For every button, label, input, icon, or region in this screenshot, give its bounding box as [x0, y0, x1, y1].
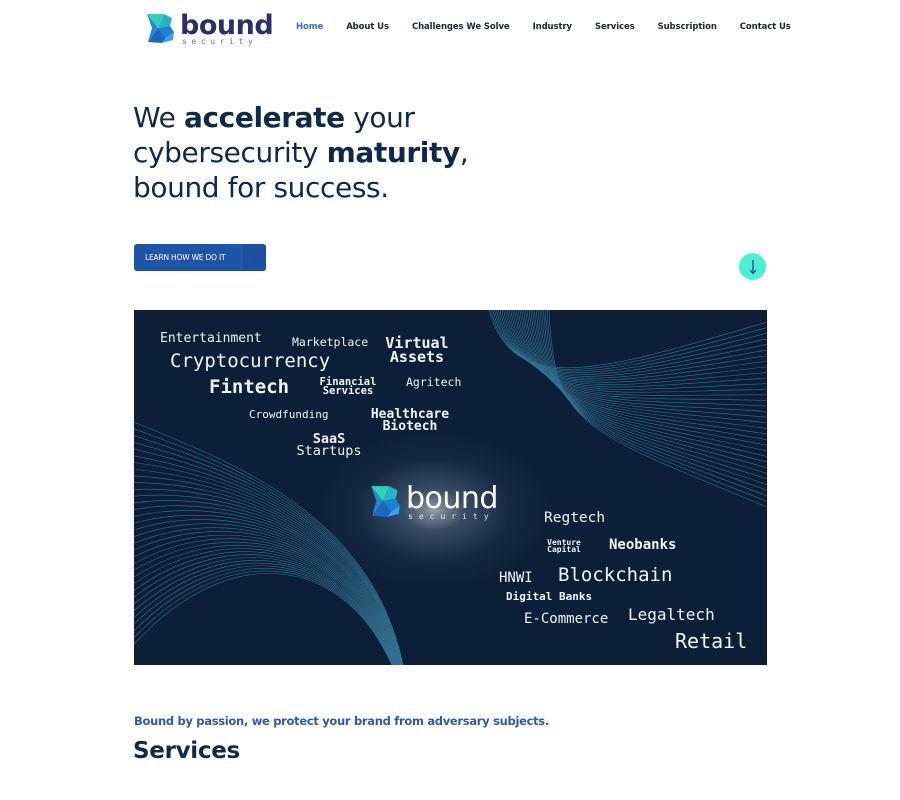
nav-contact-us[interactable]: Contact Us — [740, 22, 791, 32]
industry-fintech: Fintech — [209, 376, 290, 398]
industry-biotech: Biotech — [382, 418, 438, 434]
arrow-down-icon — [749, 259, 756, 274]
nav-home[interactable]: Home — [296, 22, 323, 32]
brand-logo[interactable]: bound security — [146, 12, 274, 48]
hero-line2-post: , — [459, 136, 469, 169]
industry-startups: Startups — [296, 443, 362, 460]
industry-regtech: Regtech — [544, 510, 606, 526]
banner-brand-subtitle: security — [408, 512, 495, 521]
banner-logo-mark-icon — [371, 486, 400, 517]
logo-mark-icon — [146, 12, 176, 44]
hero-line3: bound for success. — [133, 171, 389, 204]
chevron-right-icon: › — [244, 244, 266, 271]
services-heading: Services — [133, 738, 240, 764]
hero-line2-pre: cybersecurity — [133, 136, 327, 169]
industry-services: Services — [322, 385, 374, 398]
learn-how-label: LEARN HOW WE DO IT — [145, 253, 226, 262]
main-nav: Home About Us Challenges We Solve Indust… — [296, 22, 814, 32]
hero-line1-post: your — [344, 101, 415, 134]
nav-industry[interactable]: Industry — [533, 22, 573, 32]
industry-marketplace: Marketplace — [292, 335, 369, 349]
hero-line1-bold: accelerate — [183, 101, 345, 134]
brand-name: bound — [180, 10, 274, 41]
industry-digital-banks: Digital Banks — [506, 590, 593, 603]
industries-banner: Entertainment Marketplace Virtual Assets … — [134, 310, 767, 665]
industry-venture-capital: Venture Capital — [540, 539, 588, 555]
industry-capital: Capital — [547, 545, 581, 555]
industry-retail: Retail — [675, 629, 748, 653]
hero-title: We accelerate your cybersecurity maturit… — [133, 100, 469, 205]
banner-brand-name: bound — [406, 481, 498, 516]
industry-agritech: Agritech — [406, 375, 462, 389]
hero-line2-bold: maturity — [326, 136, 461, 169]
nav-subscription[interactable]: Subscription — [658, 22, 717, 32]
industry-cryptocurrency: Cryptocurrency — [170, 350, 331, 372]
nav-about-us[interactable]: About Us — [346, 22, 389, 32]
hero-line1-pre: We — [133, 101, 184, 134]
banner-logo: bound security — [370, 484, 498, 521]
nav-services[interactable]: Services — [595, 22, 635, 32]
learn-how-button[interactable]: LEARN HOW WE DO IT › — [134, 244, 266, 271]
industry-blockchain: Blockchain — [558, 564, 673, 586]
industry-neobanks: Neobanks — [609, 537, 677, 553]
industry-hnwi: HNWI — [499, 570, 533, 586]
nav-challenges-we-solve[interactable]: Challenges We Solve — [412, 22, 510, 32]
industry-virtual-assets: Virtual Assets — [381, 336, 453, 366]
industry-legaltech: Legaltech — [628, 605, 715, 624]
industry-assets: Assets — [389, 347, 445, 366]
tagline: Bound by passion, we protect your brand … — [134, 714, 549, 728]
industry-saas-startups: SaaS Startups — [288, 432, 370, 460]
industry-crowdfunding: Crowdfunding — [249, 408, 329, 421]
industry-entertainment: Entertainment — [160, 331, 262, 346]
scroll-down-button[interactable] — [739, 253, 766, 280]
industry-financial-services: Financial Services — [314, 377, 382, 398]
industry-e-commerce: E-Commerce — [524, 611, 609, 627]
industry-healthcare-biotech: Healthcare Biotech — [362, 408, 458, 434]
